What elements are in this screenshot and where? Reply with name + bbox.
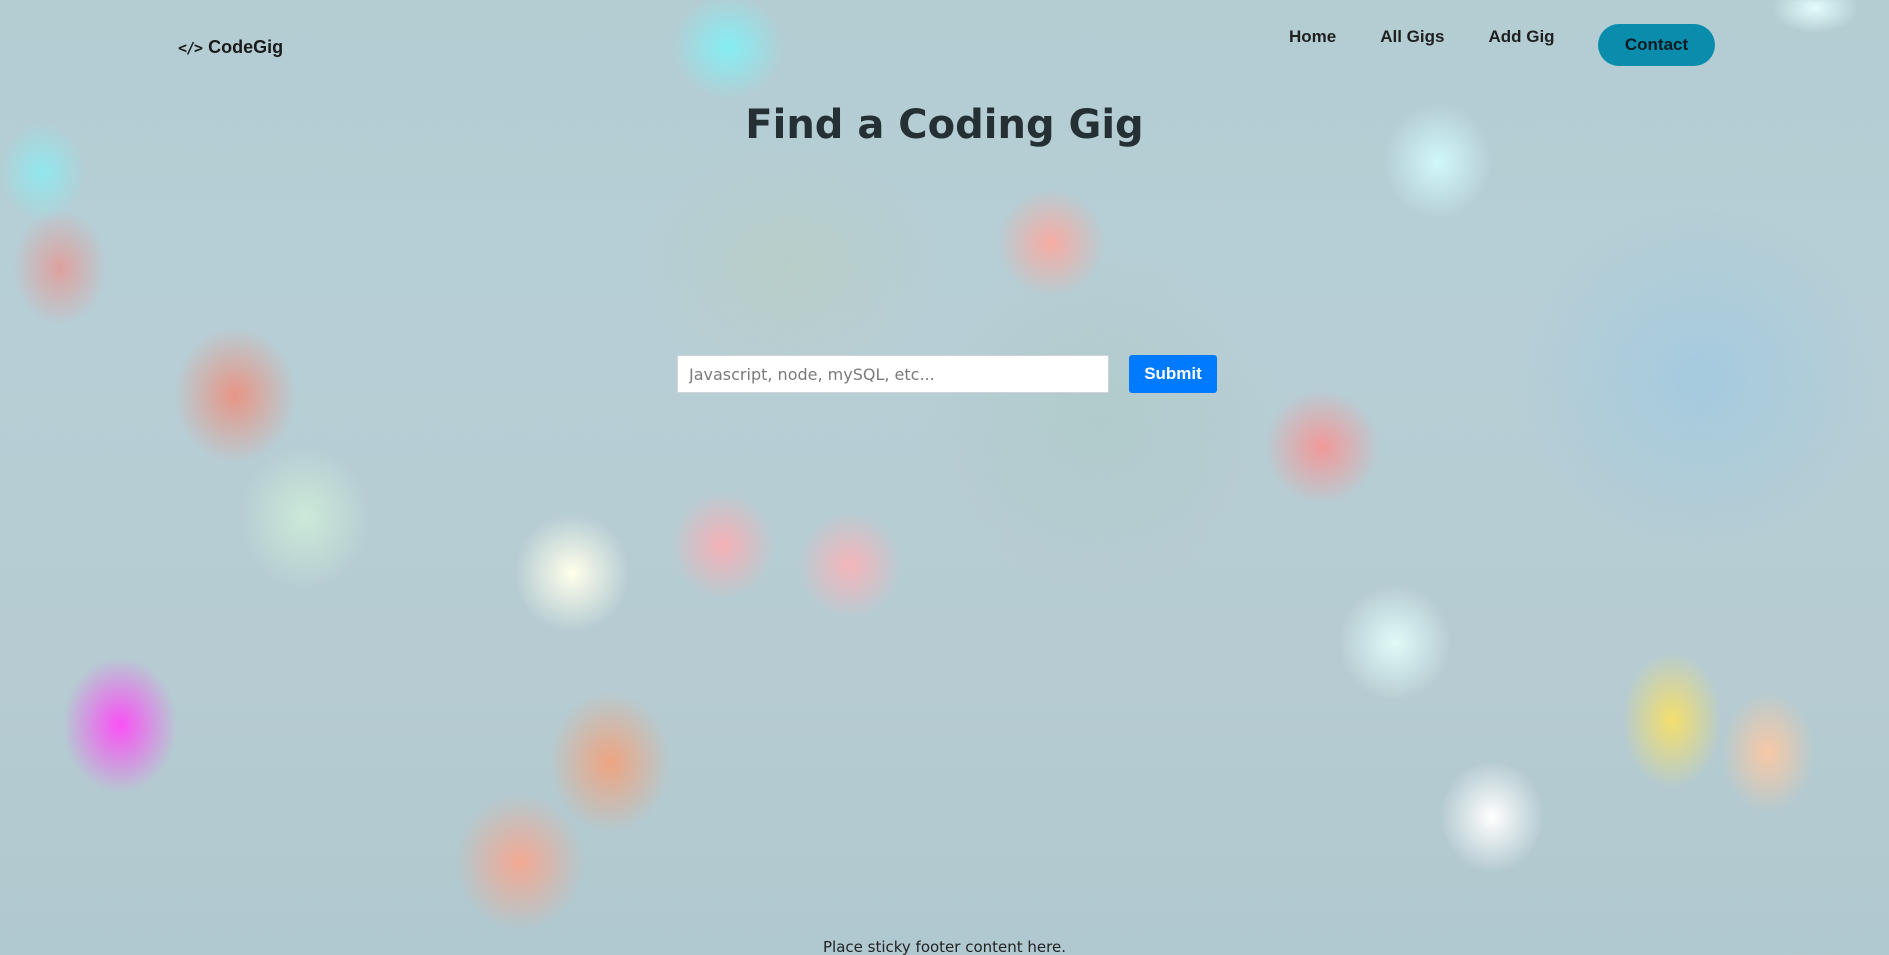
nav-link-all-gigs[interactable]: All Gigs — [1380, 24, 1444, 50]
brand-name: CodeGig — [208, 37, 284, 57]
contact-button[interactable]: Contact — [1598, 24, 1715, 66]
nav-links: Home All Gigs Add Gig — [1289, 24, 1555, 50]
navbar: </> CodeGig Home All Gigs Add Gig Contac… — [0, 0, 1889, 90]
search-input[interactable] — [677, 355, 1109, 393]
brand-link[interactable]: </> CodeGig — [178, 37, 283, 58]
nav-link-home[interactable]: Home — [1289, 24, 1336, 50]
page-title: Find a Coding Gig — [745, 102, 1144, 148]
sticky-footer: Place sticky footer content here. — [0, 938, 1889, 955]
nav-link-add-gig[interactable]: Add Gig — [1488, 24, 1554, 50]
code-icon: </> — [178, 38, 203, 57]
submit-button[interactable]: Submit — [1129, 355, 1217, 393]
search-form: Submit — [677, 355, 1217, 393]
footer-text: Place sticky footer content here. — [822, 938, 1066, 955]
